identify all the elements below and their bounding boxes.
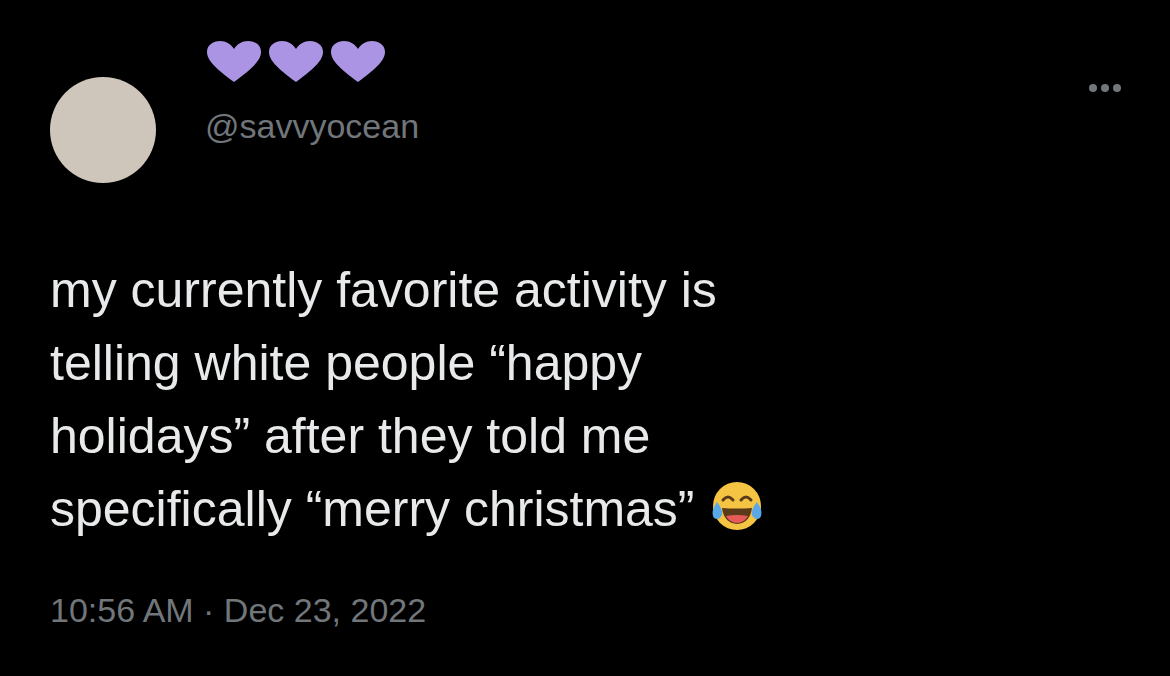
tweet-line: my currently favorite activity is	[50, 254, 1120, 327]
display-name[interactable]	[205, 40, 1088, 84]
purple-heart-icon	[329, 40, 387, 84]
tweet-text: my currently favorite activity is telling…	[50, 254, 1120, 546]
tweet-line: holidays” after they told me	[50, 400, 1120, 473]
tweet-header: @savvyocean	[50, 40, 1120, 183]
purple-heart-icon	[267, 40, 325, 84]
author-handle[interactable]: @savvyocean	[205, 106, 1088, 146]
tweet-line-text: holidays” after they told me	[50, 408, 650, 464]
more-options-icon[interactable]	[1088, 82, 1122, 94]
tweet-line-text: specifically “merry christmas”	[50, 481, 695, 537]
tweet-line: specifically “merry christmas”	[50, 473, 1120, 546]
tweet-line-text: my currently favorite activity is	[50, 262, 717, 318]
purple-heart-icon	[205, 40, 263, 84]
tweet-timestamp[interactable]: 10:56 AM · Dec 23, 2022	[50, 590, 1120, 630]
tweet-line: telling white people “happy	[50, 327, 1120, 400]
avatar-photo[interactable]	[50, 77, 156, 183]
laughing-tears-emoji-icon	[709, 478, 765, 534]
tweet-line-text: telling white people “happy	[50, 335, 642, 391]
author-info: @savvyocean	[205, 40, 1088, 146]
